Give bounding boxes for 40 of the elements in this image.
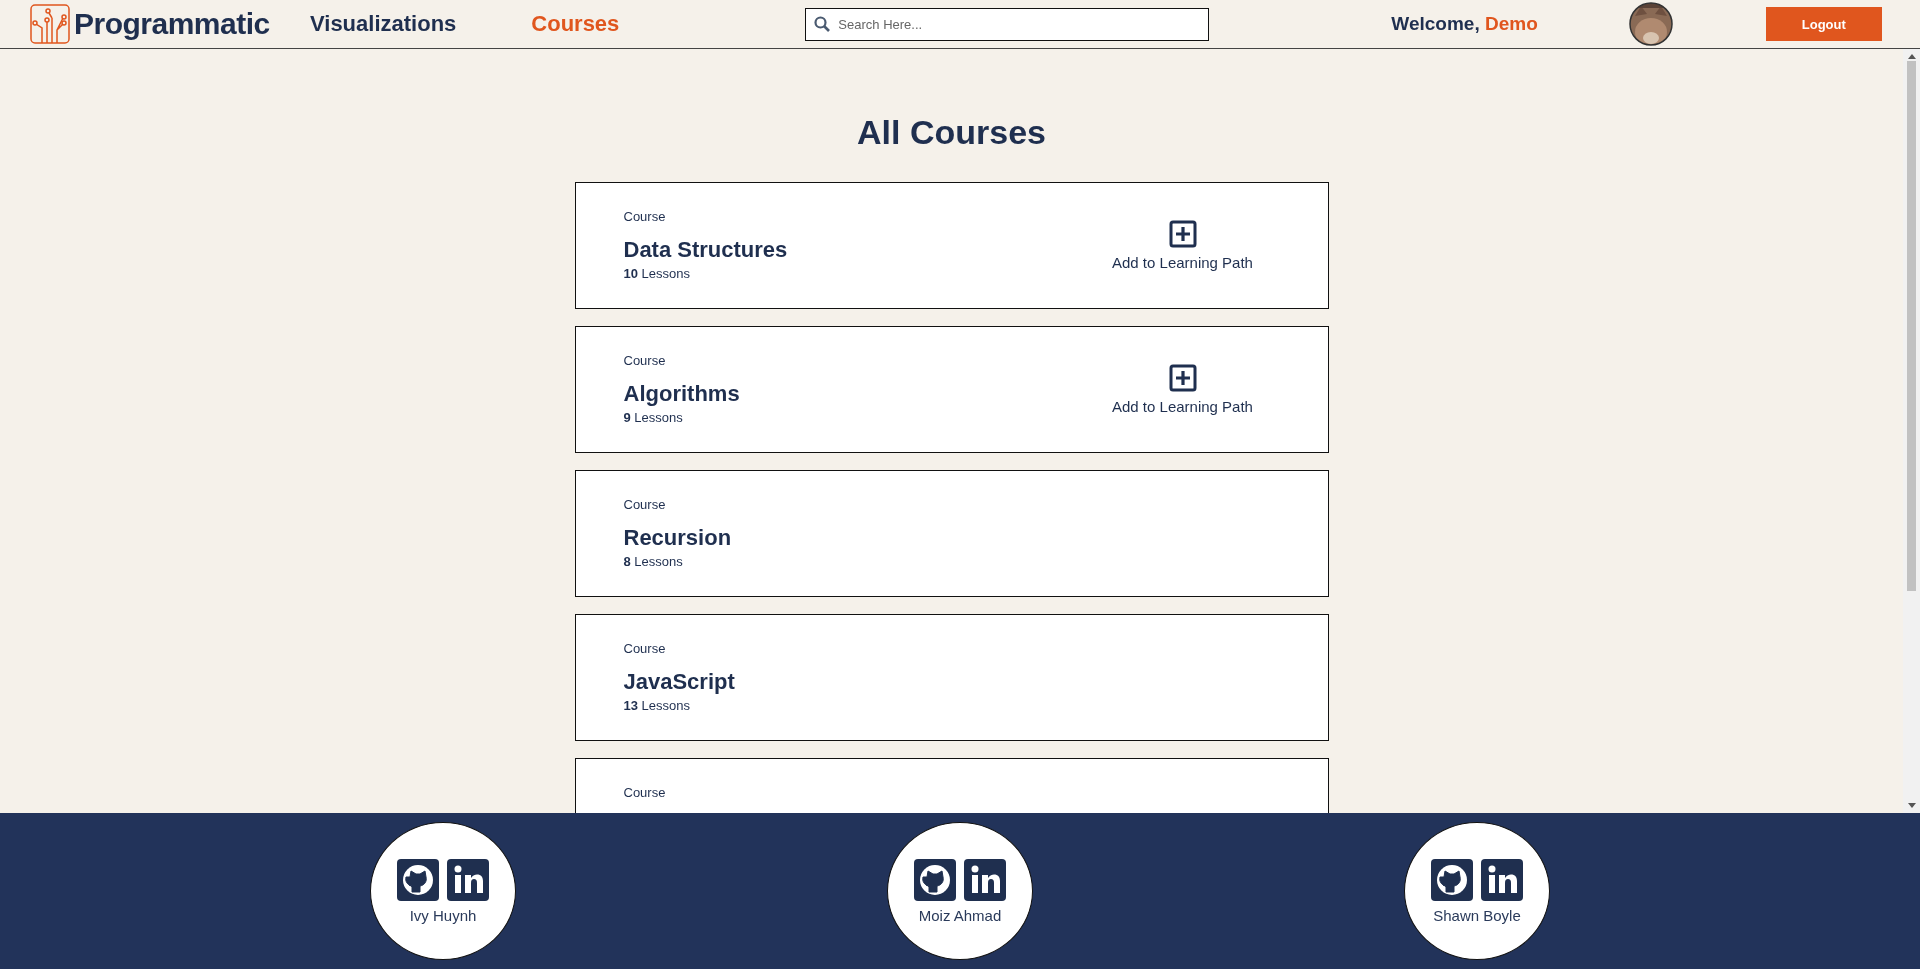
logout-button[interactable]: Logout (1765, 7, 1882, 41)
lesson-count: 8 Lessons (623, 554, 684, 569)
welcome-text: Welcome, Demo (1391, 13, 1538, 35)
course-label: Course (623, 209, 667, 224)
github-icon[interactable] (1431, 858, 1473, 901)
course-label: Course (623, 353, 667, 368)
plus-square-icon (1168, 364, 1197, 392)
member-name: Shawn Boyle (1433, 906, 1521, 924)
page-title: All Courses (857, 113, 1046, 152)
linkedin-icon[interactable] (964, 858, 1006, 901)
course-label: Course (623, 785, 667, 800)
search-field[interactable]: Search Here... (805, 7, 1210, 41)
add-to-path-button[interactable]: Add to Learning Path (1057, 364, 1308, 415)
add-to-path-button[interactable]: Add to Learning Path (1057, 220, 1308, 271)
linkedin-icon[interactable] (1481, 858, 1523, 901)
course-card[interactable]: Course Algorithms 9 Lessons Add to Learning Path (574, 326, 1329, 453)
course-label: Course (623, 641, 667, 656)
lesson-count: 9 Lessons (623, 410, 684, 425)
course-card[interactable]: Course Recursion 8 Lessons (574, 470, 1329, 597)
lesson-count: 10 Lessons (623, 266, 691, 281)
linkedin-icon[interactable] (447, 858, 489, 901)
course-title[interactable]: Algorithms (623, 381, 1058, 407)
member-name: Moiz Ahmad (918, 906, 1002, 924)
course-card[interactable]: Course (574, 758, 1329, 813)
search-icon (814, 15, 831, 32)
circuit-logo-icon (30, 4, 70, 44)
scrollbar[interactable] (1903, 49, 1920, 813)
member-name: Ivy Huynh (409, 906, 477, 924)
course-title[interactable]: Recursion (623, 525, 1328, 551)
github-icon[interactable] (914, 858, 956, 901)
course-label: Course (623, 497, 667, 512)
course-title[interactable]: Data Structures (623, 237, 1058, 263)
nav-tab[interactable]: Visualizations (310, 11, 457, 37)
github-icon[interactable] (397, 858, 439, 901)
course-card[interactable]: Course Data Structures 10 Lessons Add to Learning Path (574, 182, 1329, 309)
course-card[interactable]: Course JavaScript 13 Lessons (574, 614, 1329, 741)
logo-text[interactable]: Programmatic (74, 7, 270, 41)
plus-square-icon (1168, 220, 1197, 248)
lesson-count: 13 Lessons (623, 698, 691, 713)
course-title[interactable]: JavaScript (623, 669, 1328, 695)
